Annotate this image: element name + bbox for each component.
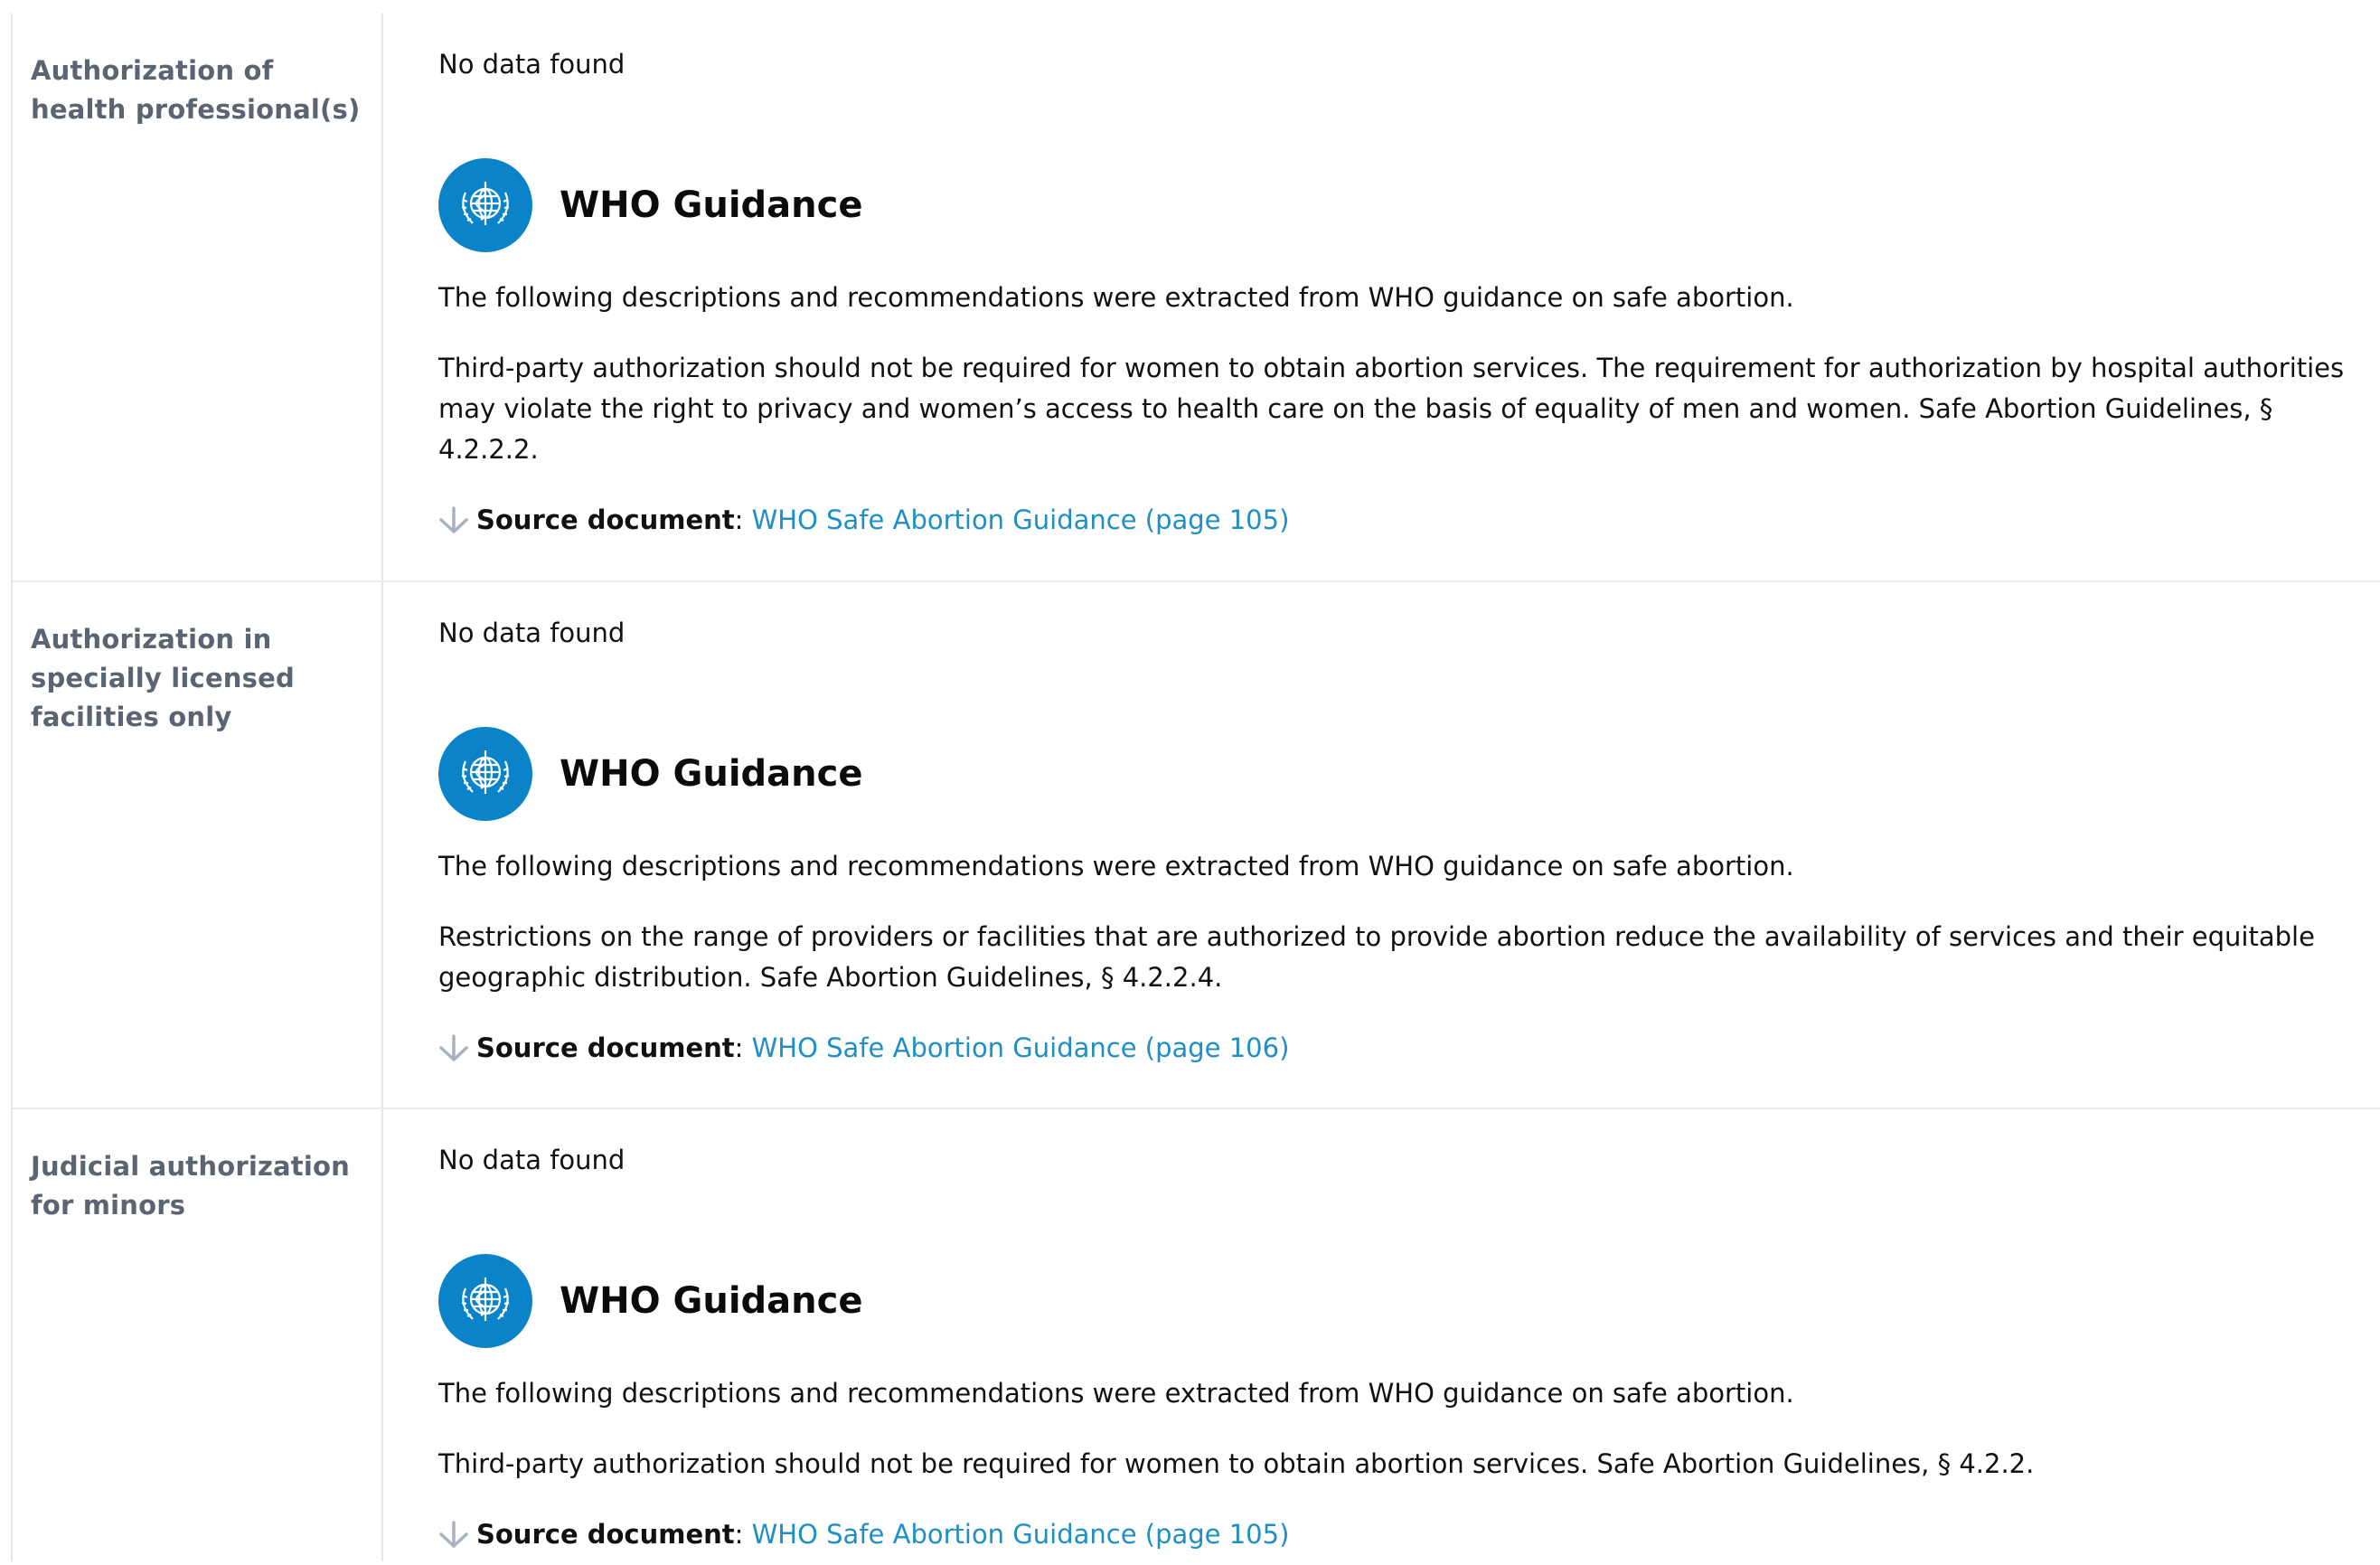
table-row: Authorization in specially licensed faci… [13,582,2380,1109]
who-emblem-icon [438,158,532,252]
row-label: Authorization in specially licensed faci… [13,582,383,1108]
guidance-body: Third-party authorization should not be … [438,1448,2035,1479]
source-separator: : [734,504,744,535]
who-guidance-header: WHO Guidance [438,727,2373,821]
row-content: No data found WHO Guidance The following… [383,582,2380,1108]
who-guidance-title: WHO Guidance [560,753,863,795]
no-data-text: No data found [438,49,626,80]
indicator-table: Authorization of health professional(s) … [11,14,2380,1561]
who-emblem-icon [438,727,532,821]
guidance-body: Third-party authorization should not be … [438,353,2345,465]
no-data-text: No data found [438,1145,626,1175]
table-row: Judicial authorization for minors No dat… [13,1109,2380,1561]
who-guidance-title: WHO Guidance [560,184,863,226]
guidance-body: Restrictions on the range of providers o… [438,921,2315,993]
table-row: Authorization of health professional(s) … [13,14,2380,582]
source-document-label: Source document [476,504,735,535]
source-separator: : [734,1032,744,1063]
guidance-intro: The following descriptions and recommend… [438,1378,1794,1409]
row-content: No data found WHO Guidance The following… [383,1109,2380,1561]
source-document: Source document: WHO Safe Abortion Guida… [438,500,2373,541]
guidance-intro: The following descriptions and recommend… [438,851,1794,881]
who-guidance-title: WHO Guidance [560,1280,863,1322]
arrow-down-icon [435,503,476,539]
arrow-down-icon [435,1031,476,1067]
source-separator: : [734,1519,744,1550]
source-document-label: Source document [476,1519,735,1550]
arrow-down-icon [435,1517,476,1553]
who-guidance-header: WHO Guidance [438,1254,2373,1348]
source-document: Source document: WHO Safe Abortion Guida… [438,1028,2373,1069]
no-data-text: No data found [438,618,626,648]
source-document-link[interactable]: WHO Safe Abortion Guidance (page 105) [752,500,1290,541]
source-document: Source document: WHO Safe Abortion Guida… [438,1514,2373,1555]
who-emblem-icon [438,1254,532,1348]
row-label: Authorization of health professional(s) [13,14,383,580]
source-document-link[interactable]: WHO Safe Abortion Guidance (page 106) [752,1028,1290,1069]
source-document-link[interactable]: WHO Safe Abortion Guidance (page 105) [752,1514,1290,1555]
row-content: No data found WHO Guidance The following… [383,14,2380,580]
row-label: Judicial authorization for minors [13,1109,383,1561]
guidance-intro: The following descriptions and recommend… [438,282,1794,313]
source-document-label: Source document [476,1032,735,1063]
who-guidance-header: WHO Guidance [438,158,2373,252]
